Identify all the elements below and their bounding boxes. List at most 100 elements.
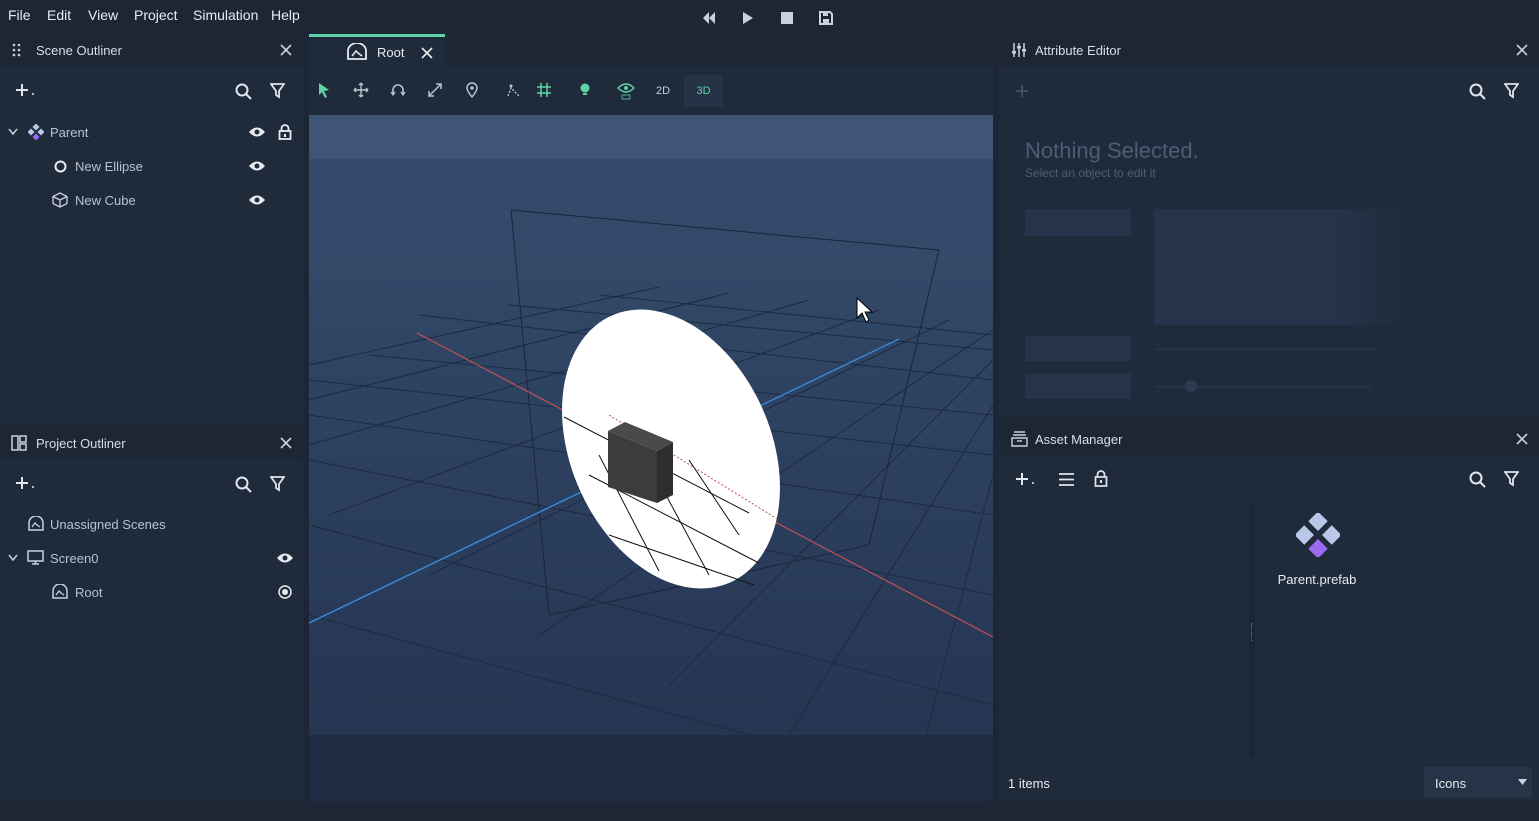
menu-help[interactable]: Help bbox=[271, 7, 300, 23]
tree-row-new-cube[interactable]: New Cube bbox=[0, 183, 303, 217]
chevron-down-icon bbox=[1518, 779, 1527, 785]
tab-root[interactable]: Root bbox=[309, 34, 445, 66]
close-icon[interactable] bbox=[1515, 432, 1529, 446]
view-mode-value: Icons bbox=[1435, 776, 1467, 791]
asset-item[interactable]: Parent.prefab bbox=[1267, 513, 1367, 593]
eye-icon[interactable] bbox=[248, 126, 266, 138]
filter-icon[interactable] bbox=[270, 83, 285, 99]
empty-title: Nothing Selected. bbox=[1025, 138, 1199, 163]
prefab-icon bbox=[1296, 513, 1340, 557]
pin-tool[interactable] bbox=[465, 82, 479, 102]
monitor-icon bbox=[27, 550, 44, 565]
scene-icon bbox=[28, 516, 44, 531]
tree-label: New Cube bbox=[75, 193, 136, 208]
search-icon[interactable] bbox=[235, 83, 252, 100]
eye-icon[interactable] bbox=[248, 194, 266, 206]
select-tool[interactable] bbox=[317, 82, 331, 102]
tree-row-root[interactable]: Root bbox=[0, 575, 303, 609]
scale-tool[interactable] bbox=[427, 82, 443, 102]
snap-tool[interactable] bbox=[505, 82, 521, 102]
asset-manager-panel: Asset Manager Parent.prefab 1 items Icon… bbox=[999, 423, 1539, 801]
attribute-editor-header: Attribute Editor bbox=[999, 34, 1539, 66]
scene-render[interactable] bbox=[309, 115, 993, 801]
pin-icon[interactable] bbox=[465, 82, 479, 99]
add-icon[interactable] bbox=[15, 475, 37, 491]
scene-outliner-toolbar bbox=[0, 68, 303, 114]
lock-icon[interactable] bbox=[278, 124, 292, 140]
menu-edit[interactable]: Edit bbox=[47, 7, 71, 23]
filter-icon[interactable] bbox=[270, 476, 285, 492]
search-icon[interactable] bbox=[1469, 83, 1486, 100]
tree-label: New Ellipse bbox=[75, 159, 143, 174]
close-icon[interactable] bbox=[1515, 43, 1529, 57]
close-icon[interactable] bbox=[279, 436, 293, 450]
chevron-down-icon[interactable] bbox=[8, 128, 18, 136]
lock-icon[interactable] bbox=[1094, 470, 1108, 487]
rotate-tool[interactable] bbox=[390, 82, 406, 102]
stop-icon[interactable] bbox=[780, 8, 794, 28]
tree-row-screen0[interactable]: Screen0 bbox=[0, 541, 303, 575]
asset-grid[interactable]: Parent.prefab bbox=[1255, 503, 1539, 758]
grid-tool[interactable] bbox=[536, 82, 552, 102]
menu-file[interactable]: File bbox=[8, 7, 31, 23]
ellipse-icon bbox=[54, 160, 67, 173]
asset-footer: 1 items Icons bbox=[999, 760, 1539, 801]
tree-label: Screen0 bbox=[50, 551, 99, 566]
scene-icon bbox=[52, 584, 68, 599]
menu-simulation[interactable]: Simulation bbox=[193, 7, 258, 23]
add-icon[interactable] bbox=[1015, 84, 1029, 98]
menu-view[interactable]: View bbox=[88, 7, 118, 23]
placeholder-slider bbox=[1156, 348, 1376, 350]
select-icon[interactable] bbox=[317, 82, 331, 98]
view-mode-select[interactable]: Icons bbox=[1424, 767, 1532, 798]
menu-bar: File Edit View Project Simulation Help bbox=[0, 0, 1539, 34]
radio-selected-icon[interactable] bbox=[278, 585, 292, 599]
tree-label: Root bbox=[75, 585, 103, 600]
placeholder-block bbox=[1025, 209, 1131, 236]
filter-icon[interactable] bbox=[1504, 471, 1519, 487]
search-icon[interactable] bbox=[235, 476, 252, 493]
add-icon[interactable] bbox=[15, 82, 37, 98]
mode-2d-button[interactable]: 2D bbox=[648, 75, 678, 107]
drag-handle-icon[interactable] bbox=[11, 43, 23, 57]
scene-outliner-header: Scene Outliner bbox=[0, 34, 303, 66]
item-count: 1 items bbox=[1008, 776, 1050, 791]
asset-folder-tree[interactable] bbox=[999, 503, 1249, 758]
visibility-icon[interactable] bbox=[617, 82, 635, 100]
layout-icon bbox=[11, 435, 27, 451]
visibility-tool[interactable] bbox=[617, 82, 635, 102]
light-icon[interactable] bbox=[578, 82, 592, 98]
grid-icon[interactable] bbox=[536, 82, 552, 98]
chevron-down-icon[interactable] bbox=[8, 554, 18, 562]
save-icon[interactable] bbox=[818, 8, 834, 28]
play-icon[interactable] bbox=[741, 8, 755, 28]
add-icon[interactable] bbox=[1015, 471, 1037, 487]
rotate-icon[interactable] bbox=[390, 82, 406, 98]
scene-outliner-panel: Scene Outliner Parent New Ellipse New Cu… bbox=[0, 34, 303, 424]
close-icon[interactable] bbox=[420, 46, 434, 60]
move-icon[interactable] bbox=[353, 82, 369, 98]
archive-icon bbox=[1011, 431, 1028, 447]
eye-icon[interactable] bbox=[276, 552, 294, 564]
menu-project[interactable]: Project bbox=[134, 7, 178, 23]
mode-3d-button[interactable]: 3D bbox=[684, 75, 723, 107]
viewport-3d[interactable] bbox=[309, 115, 993, 801]
eye-icon[interactable] bbox=[248, 160, 266, 172]
close-icon[interactable] bbox=[279, 43, 293, 57]
snap-icon[interactable] bbox=[505, 82, 521, 98]
project-outliner-header: Project Outliner bbox=[0, 427, 303, 459]
light-tool[interactable] bbox=[578, 82, 592, 102]
placeholder-block bbox=[1025, 374, 1131, 399]
tree-row-parent[interactable]: Parent bbox=[0, 115, 303, 149]
filter-icon[interactable] bbox=[1504, 83, 1519, 99]
search-icon[interactable] bbox=[1469, 471, 1486, 488]
list-icon[interactable] bbox=[1058, 472, 1075, 487]
panel-title: Project Outliner bbox=[36, 436, 126, 451]
tree-row-new-ellipse[interactable]: New Ellipse bbox=[0, 149, 303, 183]
project-outliner-panel: Project Outliner Unassigned Scenes Scree… bbox=[0, 427, 303, 801]
rewind-icon[interactable] bbox=[700, 8, 718, 28]
tree-row-unassigned-scenes[interactable]: Unassigned Scenes bbox=[0, 507, 303, 541]
scale-icon[interactable] bbox=[427, 82, 443, 98]
scene-icon bbox=[347, 43, 367, 60]
move-tool[interactable] bbox=[353, 82, 369, 102]
